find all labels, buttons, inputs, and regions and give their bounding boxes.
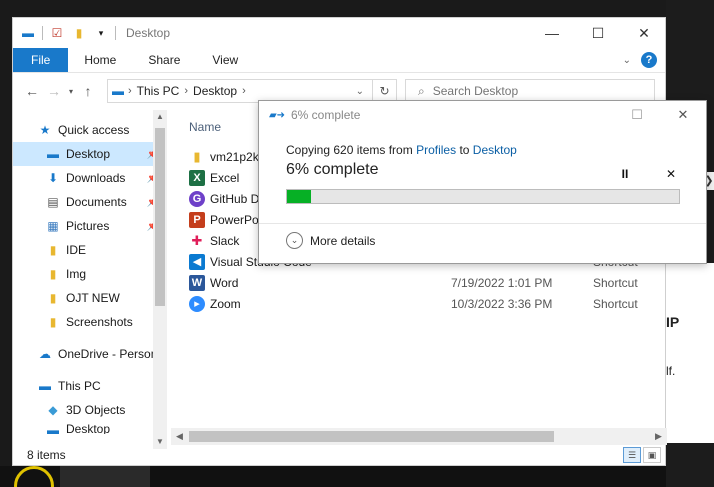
scroll-left-icon[interactable]: ◀ <box>171 428 188 445</box>
download-icon: ⬇ <box>47 171 59 185</box>
scroll-thumb[interactable] <box>155 128 165 306</box>
refresh-button[interactable]: ↻ <box>372 80 396 102</box>
close-button[interactable]: ✕ <box>663 101 703 129</box>
maximize-button[interactable]: ☐ <box>617 101 657 129</box>
forward-button[interactable]: → <box>43 80 65 102</box>
folder-icon: ▮ <box>49 291 57 305</box>
close-button[interactable]: ✕ <box>621 18 667 48</box>
pause-button[interactable]: II <box>614 163 636 185</box>
desktop-icon: ▬ <box>47 147 59 161</box>
sidebar-item-pictures[interactable]: ▦ Pictures 📌 <box>13 214 167 238</box>
desktop-icon: ▬ <box>22 26 34 40</box>
sidebar-item-this-pc[interactable]: ▬ This PC <box>13 374 167 398</box>
ribbon-tabs: File Home Share View ⌄ ? <box>13 48 665 73</box>
star-icon: ★ <box>39 123 51 137</box>
help-icon[interactable]: ? <box>641 52 657 68</box>
scroll-thumb[interactable] <box>189 431 554 442</box>
github-icon: G <box>189 190 205 207</box>
search-icon: ⌕ <box>418 83 425 98</box>
tab-file[interactable]: File <box>13 48 69 72</box>
folder-icon: ▮ <box>49 267 57 281</box>
address-dropdown-icon[interactable]: ⌄ <box>356 86 364 97</box>
this-pc-icon: ▬ <box>112 84 124 98</box>
sidebar-item-documents[interactable]: ▤ Documents 📌 <box>13 190 167 214</box>
nav-scrollbar[interactable]: ▲ ▼ <box>153 110 167 449</box>
sidebar-item-screenshots[interactable]: ▮ Screenshots <box>13 310 167 334</box>
sidebar-item-desktop-pc[interactable]: ▬ Desktop <box>13 422 167 434</box>
item-count: 8 items <box>27 448 66 462</box>
minimize-button[interactable]: — <box>529 18 575 48</box>
destination-link[interactable]: Desktop <box>473 143 517 157</box>
large-icons-view-icon[interactable]: ▣ <box>643 447 661 463</box>
sidebar-item-ide[interactable]: ▮ IDE <box>13 238 167 262</box>
percent-complete: 6% complete <box>286 161 379 178</box>
list-item[interactable]: ▸ Zoom 10/3/2022 3:36 PM Shortcut <box>189 293 659 314</box>
recent-locations-icon[interactable]: ▾ <box>65 80 77 102</box>
pictures-icon: ▦ <box>47 219 59 233</box>
status-bar: 8 items ☰ ▣ <box>13 445 665 465</box>
tab-home[interactable]: Home <box>68 48 132 72</box>
sidebar-item-desktop[interactable]: ▬ Desktop 📌 <box>13 142 167 166</box>
folder-icon: ▮ <box>193 148 201 164</box>
scroll-up-icon[interactable]: ▲ <box>153 110 167 124</box>
copy-description: Copying 620 items from Profiles to Deskt… <box>286 143 517 157</box>
back-button[interactable]: ← <box>21 80 43 102</box>
folder-icon: ▮ <box>49 315 57 329</box>
chevron-down-icon[interactable]: ▾ <box>93 26 109 40</box>
zoom-icon: ▸ <box>189 295 205 312</box>
source-link[interactable]: Profiles <box>416 143 456 157</box>
window-title: Desktop <box>126 26 171 40</box>
scroll-right-icon[interactable]: ▶ <box>650 428 667 445</box>
breadcrumb-desktop[interactable]: Desktop <box>193 84 237 98</box>
column-header-name[interactable]: Name <box>189 120 221 134</box>
chevron-down-icon: ⌄ <box>286 232 303 249</box>
sidebar-item-onedrive[interactable]: ☁ OneDrive - Person <box>13 342 167 366</box>
sidebar-item-img[interactable]: ▮ Img <box>13 262 167 286</box>
expand-ribbon-icon[interactable]: ⌄ <box>623 55 631 66</box>
desktop-icon: ▬ <box>47 423 59 434</box>
maximize-button[interactable]: ☐ <box>575 18 621 48</box>
title-bar: ▬ ☑ ▮ ▾ Desktop — ☐ ✕ <box>13 18 665 48</box>
documents-icon: ▤ <box>47 195 59 209</box>
sidebar-item-3d-objects[interactable]: ◆ 3D Objects <box>13 398 167 422</box>
sidebar-item-downloads[interactable]: ⬇ Downloads 📌 <box>13 166 167 190</box>
copy-icon: ▰➜ <box>268 109 286 121</box>
powerpoint-icon: P <box>189 211 205 228</box>
background-text: IP <box>666 314 680 330</box>
cancel-button[interactable]: ✕ <box>660 163 682 185</box>
more-details-toggle[interactable]: ⌄ More details <box>286 232 375 249</box>
copy-progress-dialog: ▰➜ 6% complete ☐ ✕ Copying 620 items fro… <box>258 100 707 264</box>
search-input[interactable] <box>432 84 633 98</box>
computer-icon: ▬ <box>39 379 51 393</box>
tab-share[interactable]: Share <box>132 48 196 72</box>
progress-fill <box>287 190 311 203</box>
cube-icon: ◆ <box>48 403 58 417</box>
word-icon: W <box>189 274 205 291</box>
taskbar-item <box>60 466 150 487</box>
background-window <box>666 263 714 443</box>
progress-bar <box>286 189 680 204</box>
dialog-title: 6% complete <box>291 108 361 122</box>
new-folder-icon[interactable]: ▮ <box>71 26 87 40</box>
excel-icon: X <box>189 169 205 186</box>
tab-view[interactable]: View <box>196 48 254 72</box>
breadcrumb-this-pc[interactable]: This PC <box>137 84 180 98</box>
navigation-pane: ★ Quick access ▬ Desktop 📌 ⬇ Downloads 📌… <box>13 110 167 449</box>
list-item[interactable]: W Word 7/19/2022 1:01 PM Shortcut <box>189 272 659 293</box>
sidebar-item-quick-access[interactable]: ★ Quick access <box>13 118 167 142</box>
slack-icon: ✚ <box>189 232 205 249</box>
sidebar-item-ojt-new[interactable]: ▮ OJT NEW <box>13 286 167 310</box>
dialog-title-bar: ▰➜ 6% complete ☐ ✕ <box>259 101 706 129</box>
details-view-icon[interactable]: ☰ <box>623 447 641 463</box>
folder-icon: ▮ <box>49 243 57 257</box>
up-button[interactable]: ↑ <box>77 80 99 102</box>
vscode-icon: ◀ <box>189 253 205 270</box>
cloud-icon: ☁ <box>39 347 51 361</box>
background-text: lf. <box>666 364 676 378</box>
horizontal-scrollbar[interactable]: ◀ ▶ <box>171 428 667 445</box>
properties-icon[interactable]: ☑ <box>49 26 65 40</box>
